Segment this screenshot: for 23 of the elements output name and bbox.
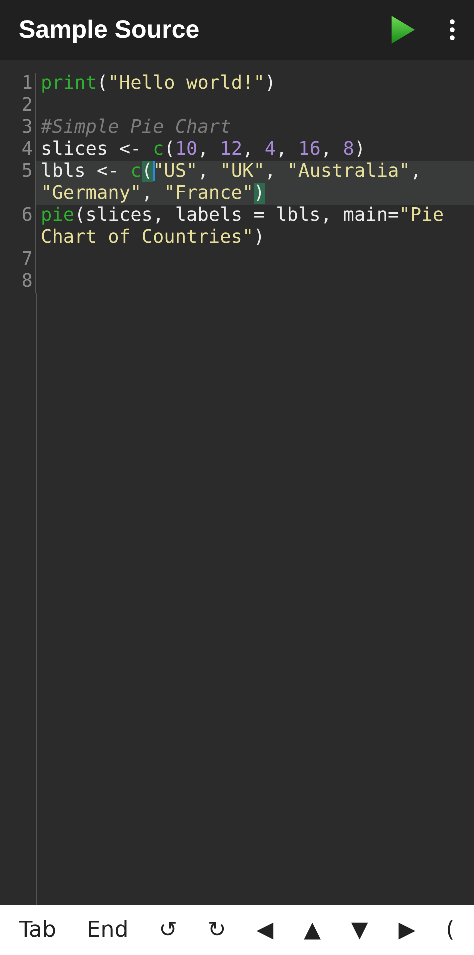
more-options-icon[interactable]: [449, 19, 456, 41]
line-number: 1: [0, 73, 36, 95]
keyboard-key[interactable]: ▼: [347, 916, 372, 944]
play-icon[interactable]: [390, 15, 416, 45]
line-number: 3: [0, 117, 36, 139]
keyboard-key[interactable]: (: [442, 916, 459, 944]
line-number: 8: [0, 271, 36, 293]
keyboard-key[interactable]: ▶: [394, 916, 420, 944]
keyboard-key[interactable]: ▲: [300, 916, 326, 944]
code-line: #Simple Pie Chart: [40, 117, 232, 139]
line-number: 2: [0, 95, 36, 117]
line-number: 6: [0, 205, 36, 249]
keyboard-key[interactable]: ◀: [252, 916, 278, 944]
app-title: Sample Source: [19, 16, 200, 44]
keyboard-key[interactable]: ↺: [155, 916, 182, 944]
code-line: slices <- c(10, 12, 4, 16, 8): [40, 139, 367, 161]
line-number: 7: [0, 249, 36, 271]
keyboard-key[interactable]: End: [82, 916, 133, 944]
code-line: pie(slices, labels = lbls, main="Pie Chart of Countries"): [40, 205, 446, 249]
keyboard-key[interactable]: Tab: [15, 916, 60, 944]
line-number: 4: [0, 139, 36, 161]
code-line: print("Hello world!"): [40, 73, 278, 95]
keyboard-key[interactable]: ↻: [204, 916, 230, 944]
